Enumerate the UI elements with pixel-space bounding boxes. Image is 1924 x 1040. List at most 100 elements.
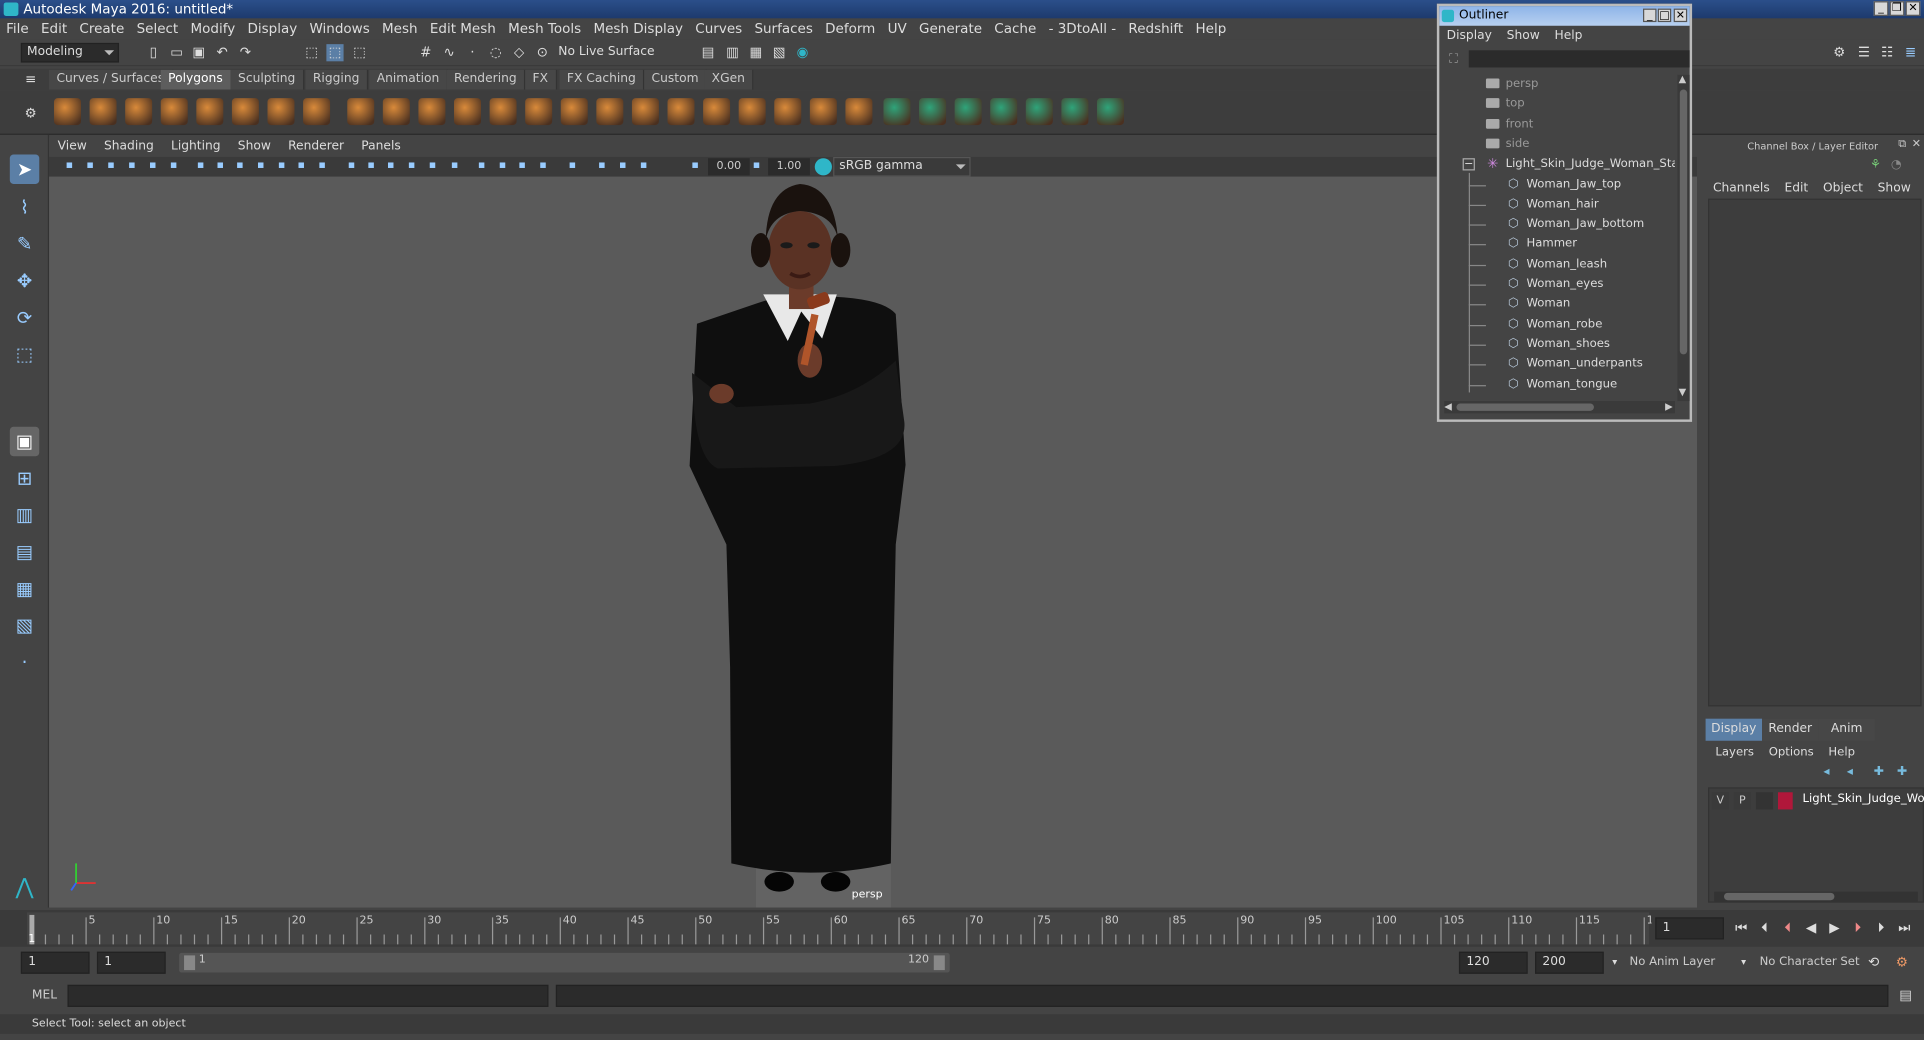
command-input[interactable]: [67, 984, 549, 1007]
make-live-icon[interactable]: ⊙: [534, 44, 551, 61]
layer-color-swatch[interactable]: [1777, 792, 1793, 810]
current-frame-field[interactable]: 1: [1655, 917, 1724, 940]
camera-attributes-icon[interactable]: ▪: [82, 158, 98, 174]
toggle-channel-box-icon[interactable]: ≣: [1902, 44, 1919, 61]
menu-windows[interactable]: Windows: [303, 18, 376, 39]
shelf-tab-rigging[interactable]: Rigging: [305, 69, 368, 90]
menu-cache[interactable]: Cache: [988, 18, 1042, 39]
save-scene-icon[interactable]: ▣: [190, 44, 207, 61]
2d-pan-zoom-icon[interactable]: ▪: [145, 158, 161, 174]
outliner-group-item[interactable]: − ✳ Light_Skin_Judge_Woman_Stand: [1442, 155, 1675, 175]
playback-end-field[interactable]: 120: [1458, 951, 1528, 974]
more-layouts-icon[interactable]: ·: [10, 648, 39, 677]
auto-key-icon[interactable]: ⟲: [1865, 954, 1882, 971]
outliner-filter-icon[interactable]: ⛶: [1449, 53, 1458, 66]
script-editor-icon[interactable]: ▤: [1897, 987, 1914, 1004]
lasso-tool-icon[interactable]: ⌇: [10, 193, 39, 222]
paint-select-tool-icon[interactable]: ✎: [10, 229, 39, 258]
scroll-up-icon[interactable]: ▲: [1679, 74, 1687, 85]
channel-menu-show[interactable]: Show: [1870, 179, 1918, 199]
scroll-down-icon[interactable]: ▼: [1679, 386, 1687, 397]
wireframe-on-shaded-icon[interactable]: ▪: [383, 158, 399, 174]
outliner-mesh-item[interactable]: ⬡ Woman_Jaw_top: [1442, 175, 1675, 195]
outliner-title-bar[interactable]: Outliner _ □ ✕: [1439, 6, 1690, 26]
collapse-toggle-icon[interactable]: −: [1462, 158, 1475, 171]
float-panel-icon[interactable]: ⧉: [1898, 139, 1906, 151]
hypershade-layout-icon[interactable]: ▦: [10, 574, 39, 603]
outliner-mesh-item[interactable]: ⬡ Woman_Jaw_bottom: [1442, 215, 1675, 235]
redo-icon[interactable]: ↷: [237, 44, 254, 61]
combine-icon[interactable]: [347, 98, 375, 126]
xray-components-icon[interactable]: ▪: [636, 158, 652, 174]
menu-curves[interactable]: Curves: [689, 18, 748, 39]
layer-tab-anim[interactable]: Anim: [1818, 718, 1875, 741]
rotate-tool-icon[interactable]: ⟳: [10, 303, 39, 332]
collapse-icon[interactable]: [809, 98, 837, 126]
planar-mapping-icon[interactable]: [883, 98, 911, 126]
multisample-aa-icon[interactable]: ▪: [514, 158, 530, 174]
safe-action-icon[interactable]: ▪: [293, 158, 309, 174]
boolean-icon[interactable]: [489, 98, 517, 126]
outliner-close-icon[interactable]: ✕: [1673, 8, 1688, 23]
grease-pencil-icon[interactable]: ▪: [166, 158, 182, 174]
live-surface-field[interactable]: No Live Surface: [555, 43, 658, 63]
toggle-attribute-editor-icon[interactable]: ☰: [1855, 44, 1872, 61]
outliner-mesh-item[interactable]: ⬡ Woman_tongue: [1442, 375, 1675, 395]
play-backwards-icon[interactable]: ◀: [1803, 920, 1820, 937]
layer-menu-help[interactable]: Help: [1821, 743, 1862, 763]
ipr-render-icon[interactable]: ▦: [747, 44, 764, 61]
scale-tool-icon[interactable]: ⬚: [10, 340, 39, 369]
soften-edge-icon[interactable]: [1096, 98, 1124, 126]
channel-menu-channels[interactable]: Channels: [1706, 179, 1777, 199]
scroll-right-icon[interactable]: ▶: [1665, 401, 1673, 412]
toggle-tool-settings-icon[interactable]: ☷: [1879, 44, 1896, 61]
menu-generate[interactable]: Generate: [913, 18, 988, 39]
layer-menu-layers[interactable]: Layers: [1708, 743, 1761, 763]
select-tool-icon[interactable]: ➤: [9, 154, 40, 184]
anim-layer-dropdown[interactable]: No Anim Layer: [1625, 953, 1748, 973]
menu-modify[interactable]: Modify: [184, 18, 241, 39]
shelf-menu-icon[interactable]: ≡: [22, 71, 39, 88]
poly-plane-icon[interactable]: [196, 98, 224, 126]
viewport-menu-shading[interactable]: Shading: [95, 137, 162, 157]
multi-cut-icon[interactable]: [596, 98, 624, 126]
anim-layer-dropdown-arrow-icon[interactable]: ▾: [1735, 954, 1752, 971]
smooth-icon[interactable]: [454, 98, 481, 126]
wireframe-icon[interactable]: ▪: [344, 158, 360, 174]
outliner-mesh-item[interactable]: ⬡ Woman_shoes: [1442, 335, 1675, 355]
toggle-modeling-toolkit-icon[interactable]: ⚙: [1831, 44, 1848, 61]
shelf-tab-fx[interactable]: FX: [525, 69, 557, 90]
persp-uv-layout-icon[interactable]: ▧: [10, 611, 39, 640]
color-space-dropdown[interactable]: sRGB gamma: [833, 156, 971, 177]
color-management-icon[interactable]: [814, 158, 832, 176]
close-panel-icon[interactable]: ✕: [1912, 139, 1921, 151]
snap-projected-icon[interactable]: ◌: [487, 44, 504, 61]
end-time-field[interactable]: 200: [1535, 951, 1604, 974]
mode-selector[interactable]: Modeling: [20, 42, 120, 63]
outliner-mesh-item[interactable]: ⬡ Hammer: [1442, 235, 1675, 255]
play-forwards-icon[interactable]: ▶: [1826, 920, 1843, 937]
four-view-layout-icon[interactable]: ⊞: [10, 464, 39, 493]
motion-blur-icon[interactable]: ▪: [494, 158, 510, 174]
shelf-tab-animation[interactable]: Animation: [369, 69, 448, 90]
range-slider-start-handle[interactable]: [184, 955, 196, 971]
outliner-menu-help[interactable]: Help: [1547, 26, 1590, 48]
restore-icon[interactable]: ❐: [1889, 1, 1905, 16]
shelf-options-icon[interactable]: ⚙: [22, 105, 39, 122]
menu-display[interactable]: Display: [241, 18, 303, 39]
command-language-label[interactable]: MEL: [32, 988, 57, 1001]
outliner-camera-item[interactable]: side: [1442, 135, 1675, 155]
select-camera-icon[interactable]: ▪: [61, 158, 77, 174]
anim-layer-menu-icon[interactable]: ▾: [1606, 954, 1623, 971]
shelf-tab-sculpting[interactable]: Sculpting: [230, 69, 304, 90]
spherical-mapping-icon[interactable]: [954, 98, 982, 126]
automatic-mapping-icon[interactable]: [990, 98, 1018, 126]
range-slider[interactable]: 1 120: [179, 952, 950, 973]
time-slider[interactable]: 5 10 15 20 25 30 35 40 45 50 55 60 65 70 75 80 85 90 95 100…: [0, 910, 1924, 947]
single-perspective-layout-icon[interactable]: ▣: [9, 426, 40, 457]
channel-settings-icon[interactable]: ◔: [1891, 158, 1902, 171]
outliner-mesh-item[interactable]: ⬡ Woman_leash: [1442, 255, 1675, 275]
layer-row[interactable]: V P Light_Skin_Judge_Wor: [1709, 789, 1924, 811]
close-icon[interactable]: ✕: [1905, 1, 1921, 16]
bevel-icon[interactable]: [631, 98, 659, 126]
